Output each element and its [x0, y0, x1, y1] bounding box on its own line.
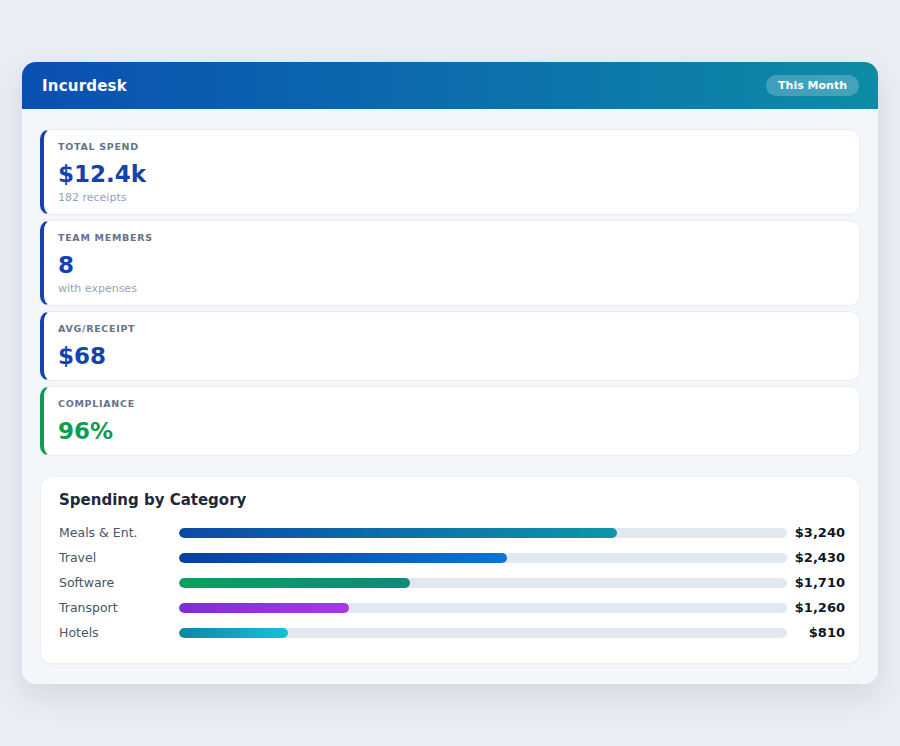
bar-track [179, 603, 787, 613]
dashboard-body: TOTAL SPEND $12.4k 182 receipts TEAM MEMBER… [22, 109, 878, 684]
stat-card-compliance: COMPLIANCE 96% [40, 386, 860, 456]
bar-fill [179, 603, 349, 613]
category-amount: $3,240 [787, 525, 845, 540]
category-row-travel: Travel $2,430 [59, 545, 845, 570]
category-label: Travel [59, 550, 179, 565]
stat-card-team-members: TEAM MEMBERS 8 with expenses [40, 220, 860, 306]
category-amount: $1,260 [787, 600, 845, 615]
category-row-software: Software $1,710 [59, 570, 845, 595]
bar-track [179, 553, 787, 563]
app-title: Incurdesk [42, 77, 127, 95]
period-badge[interactable]: This Month [766, 75, 859, 96]
category-row-transport: Transport $1,260 [59, 595, 845, 620]
spending-title: Spending by Category [59, 491, 845, 509]
category-label: Transport [59, 600, 179, 615]
stat-value: 8 [58, 251, 843, 279]
stat-label: TEAM MEMBERS [58, 232, 843, 244]
category-label: Hotels [59, 625, 179, 640]
category-amount: $810 [787, 625, 845, 640]
dashboard-card: Incurdesk This Month TOTAL SPEND $12.4k 18… [22, 62, 878, 684]
stat-value: 96% [58, 417, 843, 445]
spending-rows: Meals & Ent. $3,240 Travel $2,430 Software $1… [59, 520, 845, 645]
stats-list: TOTAL SPEND $12.4k 182 receipts TEAM MEMBER… [40, 129, 860, 456]
bar-track [179, 528, 787, 538]
category-row-hotels: Hotels $810 [59, 620, 845, 645]
stat-value: $68 [58, 342, 843, 370]
stat-label: AVG/RECEIPT [58, 323, 843, 335]
bar-fill [179, 553, 507, 563]
bar-fill [179, 578, 410, 588]
stat-label: TOTAL SPEND [58, 141, 843, 153]
bar-fill [179, 528, 617, 538]
bar-fill [179, 628, 288, 638]
stat-card-total-spend: TOTAL SPEND $12.4k 182 receipts [40, 129, 860, 215]
category-row-meals-ent-: Meals & Ent. $3,240 [59, 520, 845, 545]
bar-track [179, 578, 787, 588]
app-header: Incurdesk This Month [22, 62, 878, 109]
stat-card-avg-receipt: AVG/RECEIPT $68 [40, 311, 860, 381]
stat-subtext: 182 receipts [58, 191, 843, 204]
bar-track [179, 628, 787, 638]
stat-value: $12.4k [58, 160, 843, 188]
category-label: Meals & Ent. [59, 525, 179, 540]
category-label: Software [59, 575, 179, 590]
stat-label: COMPLIANCE [58, 398, 843, 410]
category-amount: $2,430 [787, 550, 845, 565]
spending-card: Spending by Category Meals & Ent. $3,240 T… [40, 476, 860, 664]
stat-subtext: with expenses [58, 282, 843, 295]
category-amount: $1,710 [787, 575, 845, 590]
